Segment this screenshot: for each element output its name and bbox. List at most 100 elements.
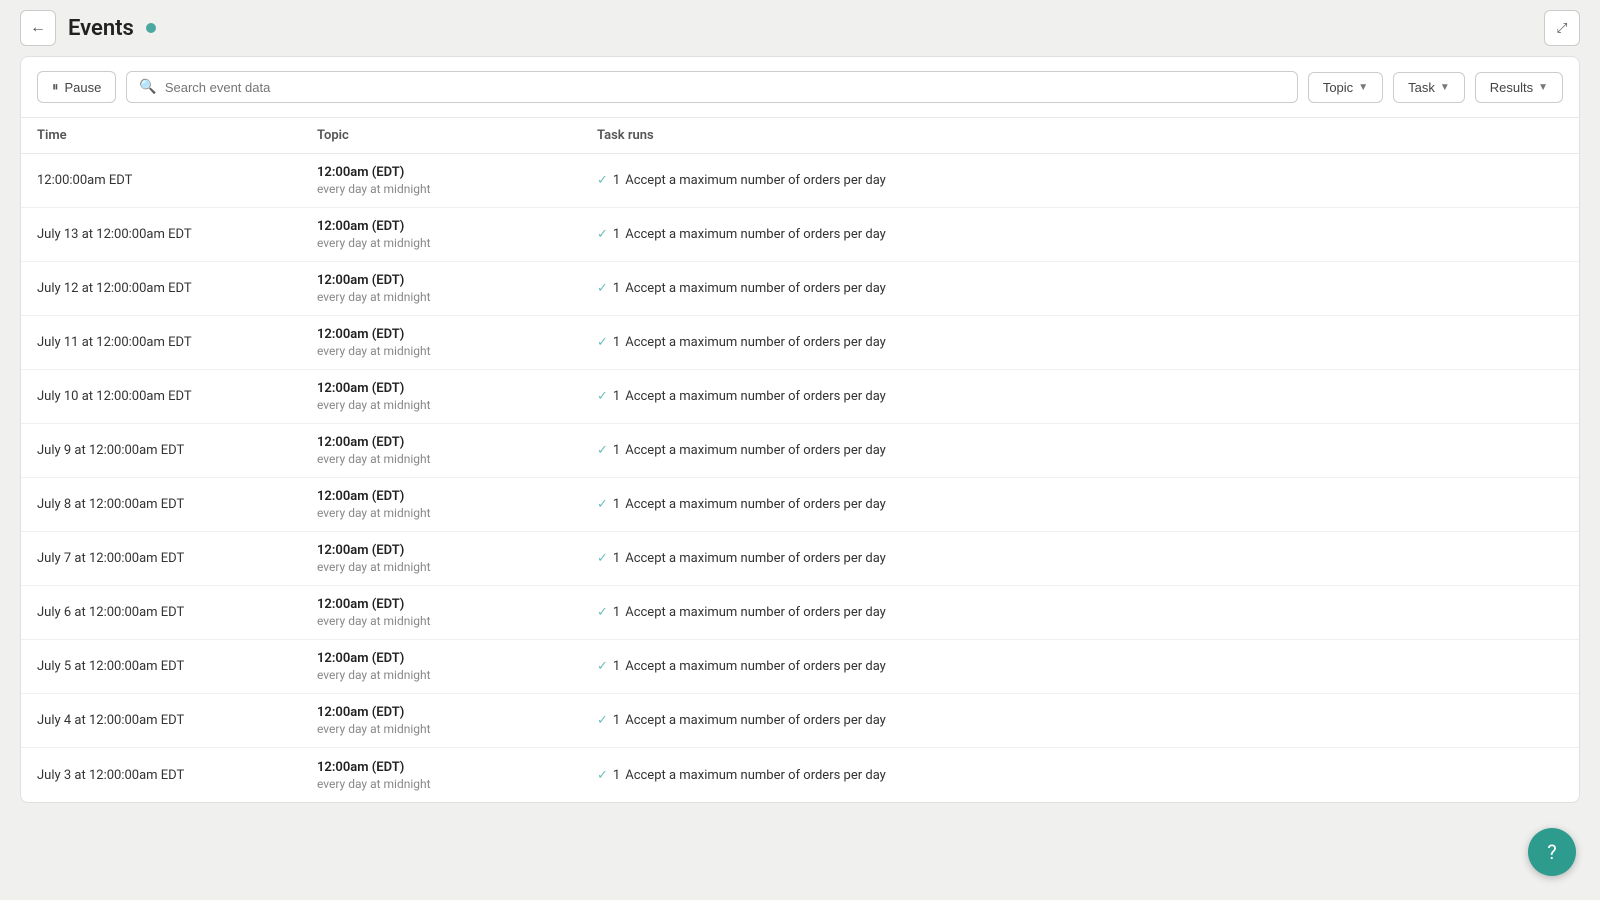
topic-sub: every day at midnight — [317, 614, 597, 628]
task-filter-label: Task — [1408, 80, 1435, 95]
task-cell: ✓ 1 Accept a maximum number of orders pe… — [597, 591, 1563, 634]
task-count: 1 — [613, 605, 620, 620]
table-row[interactable]: July 11 at 12:00:00am EDT 12:00am (EDT) … — [21, 316, 1579, 370]
task-count: 1 — [613, 173, 620, 188]
topic-cell: 12:00am (EDT) every day at midnight — [317, 209, 597, 260]
topic-time: 12:00am (EDT) — [317, 489, 597, 504]
time-cell: 12:00:00am EDT — [37, 159, 317, 202]
toolbar: ⏸ Pause 🔍 Topic ▼ Task ▼ Results ▼ — [21, 57, 1579, 118]
table-row[interactable]: July 8 at 12:00:00am EDT 12:00am (EDT) e… — [21, 478, 1579, 532]
top-bar-left: ← Events — [20, 10, 156, 46]
topic-sub: every day at midnight — [317, 182, 597, 196]
task-count: 1 — [613, 281, 620, 296]
topic-time: 12:00am (EDT) — [317, 651, 597, 666]
topic-sub: every day at midnight — [317, 398, 597, 412]
topic-sub: every day at midnight — [317, 668, 597, 682]
task-count: 1 — [613, 443, 620, 458]
topic-time: 12:00am (EDT) — [317, 381, 597, 396]
task-chevron-icon: ▼ — [1440, 82, 1450, 93]
topic-time: 12:00am (EDT) — [317, 543, 597, 558]
topic-cell: 12:00am (EDT) every day at midnight — [317, 371, 597, 422]
pause-button[interactable]: ⏸ Pause — [37, 71, 116, 103]
table-row[interactable]: July 9 at 12:00:00am EDT 12:00am (EDT) e… — [21, 424, 1579, 478]
task-label: Accept a maximum number of orders per da… — [625, 173, 886, 188]
table-row[interactable]: 12:00:00am EDT 12:00am (EDT) every day a… — [21, 154, 1579, 208]
col-header-topic: Topic — [317, 128, 597, 143]
table-header: Time Topic Task runs — [21, 118, 1579, 154]
topic-sub: every day at midnight — [317, 452, 597, 466]
topic-sub: every day at midnight — [317, 236, 597, 250]
topic-filter-button[interactable]: Topic ▼ — [1308, 72, 1383, 103]
main-content: ⏸ Pause 🔍 Topic ▼ Task ▼ Results ▼ Time … — [20, 56, 1580, 803]
topic-chevron-icon: ▼ — [1358, 82, 1368, 93]
topic-time: 12:00am (EDT) — [317, 705, 597, 720]
search-icon: 🔍 — [139, 79, 156, 95]
task-label: Accept a maximum number of orders per da… — [625, 713, 886, 728]
check-icon: ✓ — [597, 497, 608, 512]
task-label: Accept a maximum number of orders per da… — [625, 497, 886, 512]
table-row[interactable]: July 5 at 12:00:00am EDT 12:00am (EDT) e… — [21, 640, 1579, 694]
time-cell: July 13 at 12:00:00am EDT — [37, 213, 317, 256]
task-label: Accept a maximum number of orders per da… — [625, 605, 886, 620]
search-wrapper: 🔍 — [126, 71, 1297, 103]
task-cell: ✓ 1 Accept a maximum number of orders pe… — [597, 213, 1563, 256]
pause-label: Pause — [65, 80, 102, 95]
check-icon: ✓ — [597, 768, 608, 783]
check-icon: ✓ — [597, 713, 608, 728]
table-row[interactable]: July 12 at 12:00:00am EDT 12:00am (EDT) … — [21, 262, 1579, 316]
topic-cell: 12:00am (EDT) every day at midnight — [317, 695, 597, 746]
support-fab[interactable]: ? — [1528, 828, 1576, 876]
task-cell: ✓ 1 Accept a maximum number of orders pe… — [597, 537, 1563, 580]
task-label: Accept a maximum number of orders per da… — [625, 768, 886, 783]
table-row[interactable]: July 7 at 12:00:00am EDT 12:00am (EDT) e… — [21, 532, 1579, 586]
table-row[interactable]: July 10 at 12:00:00am EDT 12:00am (EDT) … — [21, 370, 1579, 424]
check-icon: ✓ — [597, 443, 608, 458]
task-cell: ✓ 1 Accept a maximum number of orders pe… — [597, 321, 1563, 364]
topic-cell: 12:00am (EDT) every day at midnight — [317, 587, 597, 638]
task-cell: ✓ 1 Accept a maximum number of orders pe… — [597, 267, 1563, 310]
time-cell: July 12 at 12:00:00am EDT — [37, 267, 317, 310]
task-filter-button[interactable]: Task ▼ — [1393, 72, 1465, 103]
check-icon: ✓ — [597, 551, 608, 566]
top-bar: ← Events ⤢ — [0, 0, 1600, 56]
task-label: Accept a maximum number of orders per da… — [625, 443, 886, 458]
topic-cell: 12:00am (EDT) every day at midnight — [317, 263, 597, 314]
time-cell: July 11 at 12:00:00am EDT — [37, 321, 317, 364]
table-row[interactable]: July 6 at 12:00:00am EDT 12:00am (EDT) e… — [21, 586, 1579, 640]
task-count: 1 — [613, 768, 620, 783]
results-filter-button[interactable]: Results ▼ — [1475, 72, 1563, 103]
task-cell: ✓ 1 Accept a maximum number of orders pe… — [597, 699, 1563, 742]
check-icon: ✓ — [597, 389, 608, 404]
col-header-time: Time — [37, 128, 317, 143]
topic-cell: 12:00am (EDT) every day at midnight — [317, 533, 597, 584]
task-cell: ✓ 1 Accept a maximum number of orders pe… — [597, 429, 1563, 472]
time-cell: July 4 at 12:00:00am EDT — [37, 699, 317, 742]
task-cell: ✓ 1 Accept a maximum number of orders pe… — [597, 754, 1563, 797]
topic-time: 12:00am (EDT) — [317, 165, 597, 180]
task-label: Accept a maximum number of orders per da… — [625, 389, 886, 404]
task-label: Accept a maximum number of orders per da… — [625, 281, 886, 296]
results-chevron-icon: ▼ — [1538, 82, 1548, 93]
expand-button[interactable]: ⤢ — [1544, 10, 1580, 46]
topic-time: 12:00am (EDT) — [317, 327, 597, 342]
time-cell: July 7 at 12:00:00am EDT — [37, 537, 317, 580]
task-count: 1 — [613, 713, 620, 728]
table-row[interactable]: July 3 at 12:00:00am EDT 12:00am (EDT) e… — [21, 748, 1579, 802]
check-icon: ✓ — [597, 173, 608, 188]
table-row[interactable]: July 13 at 12:00:00am EDT 12:00am (EDT) … — [21, 208, 1579, 262]
table-row[interactable]: July 4 at 12:00:00am EDT 12:00am (EDT) e… — [21, 694, 1579, 748]
topic-cell: 12:00am (EDT) every day at midnight — [317, 750, 597, 801]
time-cell: July 8 at 12:00:00am EDT — [37, 483, 317, 526]
task-cell: ✓ 1 Accept a maximum number of orders pe… — [597, 375, 1563, 418]
topic-sub: every day at midnight — [317, 506, 597, 520]
col-header-task-runs: Task runs — [597, 128, 1563, 143]
topic-time: 12:00am (EDT) — [317, 435, 597, 450]
task-cell: ✓ 1 Accept a maximum number of orders pe… — [597, 159, 1563, 202]
time-cell: July 6 at 12:00:00am EDT — [37, 591, 317, 634]
back-button[interactable]: ← — [20, 10, 56, 46]
topic-cell: 12:00am (EDT) every day at midnight — [317, 479, 597, 530]
check-icon: ✓ — [597, 659, 608, 674]
search-input[interactable] — [165, 80, 1285, 95]
task-count: 1 — [613, 227, 620, 242]
task-count: 1 — [613, 335, 620, 350]
